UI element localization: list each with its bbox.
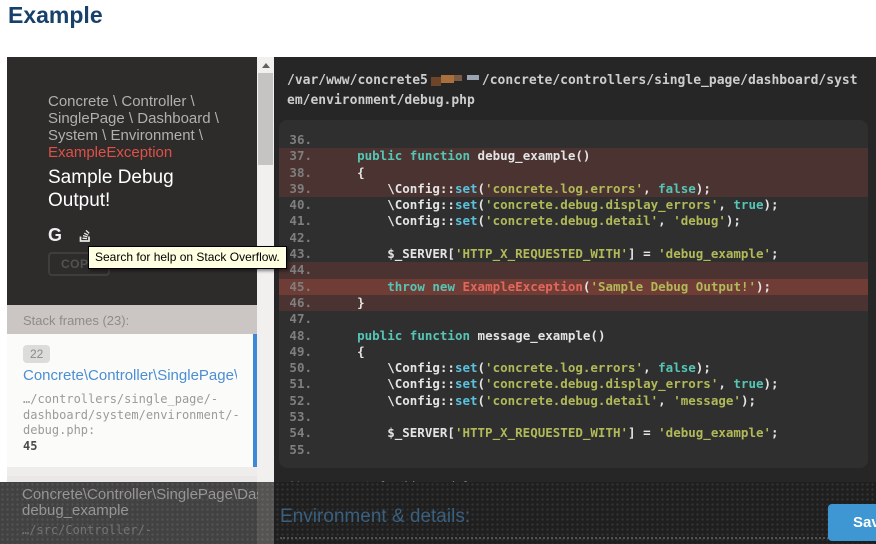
- line-number: 38.: [279, 165, 327, 181]
- exception-class-breadcrumb: Concrete \ Controller \ SinglePage \ Das…: [48, 93, 239, 161]
- code-text: \Config::set('concrete.debug.detail', 'd…: [327, 213, 741, 229]
- line-number: 49.: [279, 344, 327, 360]
- line-number: 39.: [279, 181, 327, 197]
- file-path-prefix: /var/www/concrete5: [287, 73, 428, 88]
- code-line: 45. throw new ExampleException('Sample D…: [279, 279, 868, 295]
- line-number: 54.: [279, 425, 327, 441]
- frame-index-badge: 22: [23, 345, 50, 363]
- code-line: 36.: [279, 132, 868, 148]
- stackoverflow-tooltip: Search for help on Stack Overflow.: [88, 246, 287, 269]
- line-number: 50.: [279, 360, 327, 376]
- code-line: 47.: [279, 311, 868, 327]
- stack-frame-21-path: …/src/Controller/-: [22, 523, 152, 537]
- code-text: \Config::set('concrete.log.errors', fals…: [327, 360, 711, 376]
- source-code-block: 36.37. public function debug_example()38…: [279, 120, 868, 468]
- exception-sidebar: Concrete \ Controller \ SinglePage \ Das…: [7, 57, 257, 544]
- line-number: 46.: [279, 295, 327, 311]
- save-button[interactable]: Save: [828, 504, 876, 541]
- google-search-icon[interactable]: G: [48, 225, 62, 246]
- code-line: 40. \Config::set('concrete.debug.display…: [279, 197, 868, 213]
- exception-class-name: ExampleException: [48, 144, 239, 161]
- code-text: throw new ExampleException('Sample Debug…: [327, 279, 771, 295]
- line-number: 40.: [279, 197, 327, 213]
- frame-path-line: …/controllers/single_page/-: [23, 392, 237, 408]
- environment-details-heading: Environment & details:: [280, 506, 876, 539]
- edit-mode-overlay: Concrete\Controller\SinglePage\Dash debu…: [0, 482, 876, 544]
- code-text: \Config::set('concrete.debug.display_err…: [327, 197, 779, 213]
- code-line: 39. \Config::set('concrete.log.errors', …: [279, 181, 868, 197]
- code-line: 37. public function debug_example(): [279, 148, 868, 164]
- code-text: public function debug_example(): [327, 148, 590, 164]
- code-line: 42.: [279, 230, 868, 246]
- search-icons-row: G: [48, 225, 239, 245]
- frame-path-line: debug.php:45: [23, 423, 237, 454]
- line-number: 42.: [279, 230, 327, 246]
- up-triangle-icon: [262, 63, 270, 68]
- code-text: public function message_example(): [327, 328, 605, 344]
- stack-frames-header: Stack frames (23):: [7, 305, 257, 334]
- line-number: 37.: [279, 148, 327, 164]
- code-line: 54. $_SERVER['HTTP_X_REQUESTED_WITH'] = …: [279, 425, 868, 441]
- breadcrumb-line: Concrete \ Controller \: [48, 93, 239, 110]
- code-line: 43. $_SERVER['HTTP_X_REQUESTED_WITH'] = …: [279, 246, 868, 262]
- exception-message: Sample Debug Output!: [48, 166, 208, 212]
- code-line: 46. }: [279, 295, 868, 311]
- code-text: \Config::set('concrete.debug.detail', 'm…: [327, 393, 756, 409]
- stack-frame-21-title: Concrete\Controller\SinglePage\Dash debu…: [22, 487, 258, 519]
- stackoverflow-search-icon[interactable]: [77, 227, 93, 243]
- code-text: $_SERVER['HTTP_X_REQUESTED_WITH'] = 'deb…: [327, 425, 779, 441]
- frame-file-path: …/controllers/single_page/- dashboard/sy…: [23, 392, 237, 454]
- stack-frame-22[interactable]: 22 Concrete\Controller\SinglePage\Das …/…: [7, 334, 257, 467]
- line-number: 48.: [279, 328, 327, 344]
- code-text: $_SERVER['HTTP_X_REQUESTED_WITH'] = 'deb…: [327, 246, 779, 262]
- page-title: Example: [8, 2, 103, 29]
- code-lines: 36.37. public function debug_example()38…: [279, 132, 868, 458]
- line-number: 45.: [279, 279, 327, 295]
- page: Example Concrete \ Controller \ SinglePa…: [0, 0, 876, 544]
- code-line: 51. \Config::set('concrete.debug.display…: [279, 376, 868, 392]
- code-line: 49. {: [279, 344, 868, 360]
- frame-path-line: dashboard/system/environment/-: [23, 408, 237, 424]
- line-number: 51.: [279, 376, 327, 392]
- line-number: 41.: [279, 213, 327, 229]
- breadcrumb-line: System \ Environment \: [48, 127, 239, 144]
- scrollbar-up-arrow[interactable]: [257, 57, 274, 73]
- line-number: 47.: [279, 311, 327, 327]
- code-line: 55.: [279, 442, 868, 458]
- breadcrumb-line: SinglePage \ Dashboard \: [48, 110, 239, 127]
- scrollbar-thumb[interactable]: [258, 73, 273, 165]
- line-number: 36.: [279, 132, 327, 148]
- line-number: 55.: [279, 442, 327, 458]
- code-line: 52. \Config::set('concrete.debug.detail'…: [279, 393, 868, 409]
- code-text: \Config::set('concrete.debug.display_err…: [327, 376, 779, 392]
- source-file-path: /var/www/concrete5/concrete/controllers/…: [287, 71, 862, 111]
- line-number: 52.: [279, 393, 327, 409]
- code-text: \Config::set('concrete.log.errors', fals…: [327, 181, 711, 197]
- whoops-error-widget: Concrete \ Controller \ SinglePage \ Das…: [7, 57, 876, 544]
- code-line: 50. \Config::set('concrete.log.errors', …: [279, 360, 868, 376]
- code-line: 44.: [279, 262, 868, 278]
- code-line: 38. {: [279, 165, 868, 181]
- line-number: 53.: [279, 409, 327, 425]
- code-text: }: [327, 295, 365, 311]
- frame-title: Concrete\Controller\SinglePage\Das: [23, 367, 237, 384]
- sidebar-scrollbar[interactable]: [257, 57, 274, 544]
- redacted-path-segment: [431, 71, 479, 91]
- code-text: {: [327, 344, 365, 360]
- frame-line-number: 45: [23, 439, 37, 453]
- code-line: 48. public function message_example(): [279, 328, 868, 344]
- code-text: {: [327, 165, 365, 181]
- code-line: 41. \Config::set('concrete.debug.detail'…: [279, 213, 868, 229]
- code-panel: /var/www/concrete5/concrete/controllers/…: [274, 57, 876, 544]
- code-line: 53.: [279, 409, 868, 425]
